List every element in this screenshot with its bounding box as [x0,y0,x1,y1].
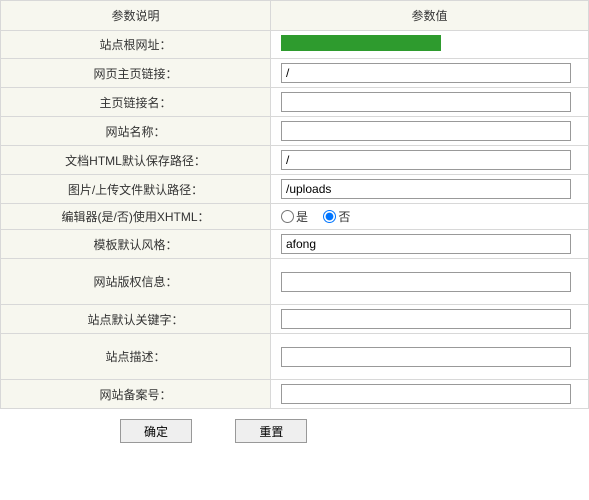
button-row: 确定 重置 [0,409,589,453]
reset-button[interactable]: 重置 [235,419,307,443]
label-upload-path: 图片/上传文件默认路径： [1,175,271,204]
value-root-url [271,31,589,59]
label-site-name: 网站名称： [1,117,271,146]
radio-yes[interactable] [281,210,294,223]
row-home-link-name: 主页链接名： [1,88,589,117]
row-copyright: 网站版权信息： [1,259,589,305]
header-param-desc: 参数说明 [1,1,271,31]
label-home-link: 网页主页链接： [1,59,271,88]
row-description: 站点描述： [1,334,589,380]
submit-button[interactable]: 确定 [120,419,192,443]
label-keywords: 站点默认关键字： [1,305,271,334]
radio-yes-label: 是 [296,210,308,224]
row-template-style: 模板默认风格： [1,230,589,259]
row-html-path: 文档HTML默认保存路径： [1,146,589,175]
input-home-link-name[interactable] [281,92,571,112]
row-upload-path: 图片/上传文件默认路径： [1,175,589,204]
label-html-path: 文档HTML默认保存路径： [1,146,271,175]
input-keywords[interactable] [281,309,571,329]
label-copyright: 网站版权信息： [1,259,271,305]
input-site-name[interactable] [281,121,571,141]
row-editor-xhtml: 编辑器(是/否)使用XHTML： 是 否 [1,204,589,230]
radio-group-xhtml: 是 否 [281,209,362,223]
row-beian: 网站备案号： [1,380,589,409]
input-beian[interactable] [281,384,571,404]
masked-value [281,35,441,51]
radio-no[interactable] [323,210,336,223]
input-home-link[interactable] [281,63,571,83]
input-description[interactable] [281,347,571,367]
input-upload-path[interactable] [281,179,571,199]
label-editor-xhtml: 编辑器(是/否)使用XHTML： [1,204,271,230]
input-html-path[interactable] [281,150,571,170]
row-root-url: 站点根网址： [1,31,589,59]
config-table: 参数说明 参数值 站点根网址： 网页主页链接： 主页链接名： 网站名称： [0,0,589,409]
label-root-url: 站点根网址： [1,31,271,59]
header-param-value: 参数值 [271,1,589,31]
label-home-link-name: 主页链接名： [1,88,271,117]
label-template-style: 模板默认风格： [1,230,271,259]
row-site-name: 网站名称： [1,117,589,146]
row-keywords: 站点默认关键字： [1,305,589,334]
label-beian: 网站备案号： [1,380,271,409]
label-description: 站点描述： [1,334,271,380]
radio-no-label: 否 [338,210,350,224]
row-home-link: 网页主页链接： [1,59,589,88]
input-template-style[interactable] [281,234,571,254]
input-copyright[interactable] [281,272,571,292]
